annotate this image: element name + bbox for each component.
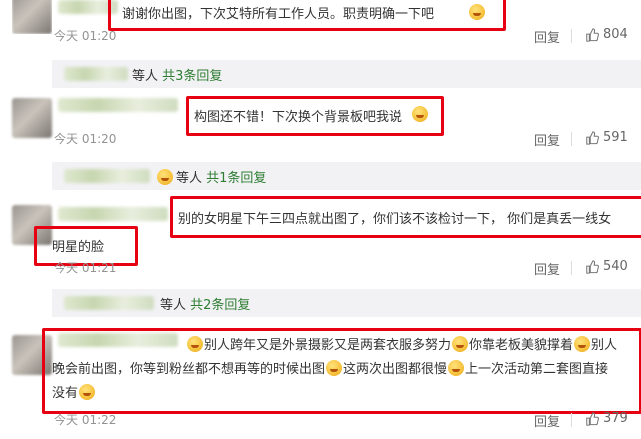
emoji-icon	[187, 336, 203, 352]
sub-replies-count[interactable]: 共3条回复	[162, 69, 222, 84]
emoji-icon	[452, 336, 469, 352]
emoji-icon	[157, 169, 173, 185]
timestamp: 今天 01:22	[54, 413, 117, 427]
sub-replies-suffix: 等人	[132, 69, 159, 84]
avatar[interactable]	[12, 205, 52, 245]
sub-replies-summary[interactable]: 等人 共2条回复	[160, 294, 250, 313]
reply-button[interactable]: 回复	[534, 27, 560, 46]
like-button[interactable]: 804	[585, 27, 628, 42]
sub-replies-summary[interactable]: 等人 共3条回复	[132, 65, 222, 84]
thumbs-up-icon	[586, 27, 599, 42]
sub-replies-count[interactable]: 共2条回复	[190, 298, 250, 313]
thumbs-up-icon	[586, 130, 599, 145]
comment-text-line1: 别的女明星下午三四点就出图了，你们该不该检讨一下， 你们是真丢一线女	[178, 212, 612, 227]
like-count: 379	[603, 411, 628, 426]
username-blurred	[64, 169, 150, 183]
comment-text: 构图还不错！下次换个背景板吧我说	[194, 110, 403, 125]
thumbs-up-icon	[586, 411, 599, 426]
username-blurred[interactable]	[58, 333, 178, 347]
divider	[571, 132, 572, 146]
divider	[571, 29, 572, 43]
comment-text-part: 晚会前出图，你等到粉丝都不想再等的时候出图	[52, 362, 326, 377]
username-blurred[interactable]	[58, 98, 178, 112]
comment-text-line1: 别人跨年又是外景摄影又是两套衣服多努力 你靠老板美貌撑着 别人	[186, 334, 617, 353]
avatar[interactable]	[12, 0, 52, 34]
username-blurred	[64, 296, 154, 310]
sub-replies-count[interactable]: 共1条回复	[206, 171, 266, 186]
divider	[571, 413, 572, 427]
username-blurred[interactable]	[58, 0, 118, 14]
reply-button[interactable]: 回复	[534, 259, 560, 278]
reply-button[interactable]: 回复	[534, 411, 560, 430]
like-button[interactable]: 540	[585, 259, 628, 274]
divider	[571, 261, 572, 275]
emoji-icon	[469, 4, 485, 20]
like-count: 591	[603, 130, 628, 145]
emoji-icon	[79, 384, 96, 400]
like-button[interactable]: 591	[585, 130, 628, 145]
comment-text-part: 别人	[591, 338, 618, 353]
username-blurred	[64, 67, 128, 81]
thumbs-up-icon	[586, 259, 599, 274]
comment-text-line3: 没有	[52, 382, 96, 401]
comment-text-part: 这两次出图都很慢	[343, 362, 448, 377]
avatar[interactable]	[12, 98, 52, 138]
reply-button[interactable]: 回复	[534, 130, 560, 149]
emoji-icon	[412, 106, 428, 122]
emoji-icon	[326, 360, 343, 376]
sub-replies-suffix: 等人	[160, 298, 187, 313]
emoji-icon	[448, 360, 465, 376]
username-blurred[interactable]	[58, 207, 168, 221]
timestamp: 今天 01:21	[54, 261, 117, 275]
sub-replies-summary[interactable]: 等人 共1条回复	[176, 167, 266, 186]
comment-text-part: 别人跨年又是外景摄影又是两套衣服多努力	[204, 338, 452, 353]
comment-text-part: 上一次活动第二套图直接	[465, 362, 609, 377]
comment-text: 谢谢你出图，下次艾特所有工作人员。职责明确一下吧	[122, 7, 435, 22]
comment-text-part: 没有	[52, 386, 79, 401]
timestamp: 今天 01:20	[54, 132, 117, 146]
comment-text-part: 你靠老板美貌撑着	[469, 338, 574, 353]
avatar[interactable]	[12, 335, 52, 375]
timestamp: 今天 01:20	[54, 29, 117, 43]
like-button[interactable]: 379	[585, 411, 628, 426]
sub-replies-suffix: 等人	[176, 171, 203, 186]
comment-text-line2: 晚会前出图，你等到粉丝都不想再等的时候出图 这两次出图都很慢 上一次活动第二套图直接	[52, 358, 608, 377]
like-count: 804	[603, 27, 628, 42]
emoji-icon	[574, 336, 591, 352]
comment-text-line2: 明星的脸	[52, 240, 105, 255]
like-count: 540	[603, 259, 628, 274]
